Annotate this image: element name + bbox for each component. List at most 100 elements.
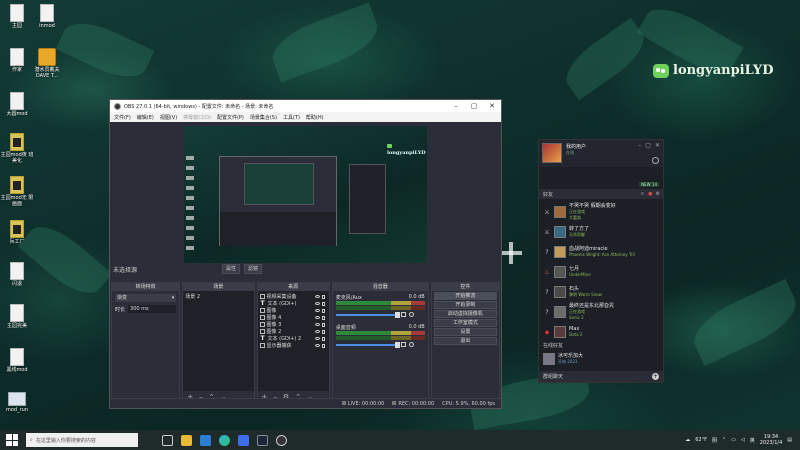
eye-icon[interactable] — [314, 309, 320, 312]
eye-icon[interactable] — [314, 330, 320, 333]
start-streaming-button[interactable]: 开始推流 — [433, 292, 498, 300]
start-recording-button[interactable]: 开始录制 — [433, 301, 498, 309]
taskbar-search[interactable]: ⌕ 在这里输入你要搜索的内容 — [26, 433, 138, 447]
minimize-button[interactable]: – — [447, 100, 465, 112]
desktop-icon-file[interactable]: 大圆mod — [0, 92, 34, 117]
steam-friends-window[interactable]: 我的用户 在线 – ▢ ✕ NEW 14 好友 ⌕ ● ⚙ ⚔ 不哭不哭 假期会… — [538, 139, 664, 383]
desktop-icon-folder[interactable]: 兵工厂 — [0, 220, 34, 245]
desktop-icon-folder[interactable]: 主园mod夜 班美化 — [0, 133, 34, 164]
lock-icon[interactable] — [321, 294, 325, 299]
friend-row[interactable]: ? 石头 黎明 Warm Snow — [539, 283, 663, 301]
source-item[interactable]: 图像 4 — [259, 314, 327, 321]
desktop-icon-file[interactable]: 闪退 — [0, 262, 34, 287]
task-view-icon[interactable] — [162, 434, 173, 446]
lock-icon[interactable] — [321, 322, 325, 327]
friend-row[interactable]: ? 最终还是东北那旮旯 正在游戏 Sonic 2 — [539, 303, 663, 321]
eye-icon[interactable] — [314, 323, 320, 326]
studio-mode-button[interactable]: 工作室模式 — [433, 319, 498, 327]
eye-icon[interactable] — [314, 316, 320, 319]
desktop-icon-game[interactable]: 潜水员戴夫 DAVE T... — [30, 48, 64, 79]
menu-docks[interactable]: 停靠窗口(D) — [183, 114, 211, 121]
obs-icon[interactable] — [276, 434, 287, 446]
volume-slider[interactable] — [335, 341, 401, 348]
lock-icon[interactable] — [321, 329, 325, 334]
close-button[interactable]: ✕ — [655, 142, 660, 149]
file-explorer-icon[interactable] — [181, 434, 192, 446]
menu-profile[interactable]: 配置文件(P) — [217, 114, 244, 121]
desktop-icon-file[interactable]: 黑线mod — [0, 348, 34, 373]
friend-row[interactable]: ◆ Max Dota 2 — [539, 323, 663, 341]
friend-row[interactable]: ⚔ 不哭不哭 假期会变好 正在游戏 大富翁 — [539, 203, 663, 221]
scene-item[interactable]: 场景 2 — [185, 293, 251, 300]
menu-tools[interactable]: 工具(T) — [283, 114, 300, 121]
chevron-up-icon[interactable]: ⌃ — [722, 437, 726, 443]
lock-icon[interactable] — [321, 308, 325, 313]
online-friends-heading[interactable]: 在线好友 — [543, 342, 563, 349]
lock-icon[interactable] — [321, 315, 325, 320]
source-item[interactable]: 图像 — [259, 307, 327, 314]
properties-button[interactable]: 属性 — [222, 264, 241, 274]
desktop-icon-image[interactable]: mod_run — [0, 392, 34, 413]
volume-slider[interactable] — [335, 311, 401, 318]
eye-icon[interactable] — [314, 344, 320, 347]
filters-button[interactable]: 滤镜 — [244, 264, 263, 274]
friend-row[interactable]: ⚔ 转了方了 天命奇御 — [539, 223, 663, 241]
eye-icon[interactable] — [314, 337, 320, 340]
friend-row[interactable]: ? 血战阿迪miracle Phoenix Wright: Ace Attorne… — [539, 243, 663, 261]
gear-icon[interactable] — [409, 342, 415, 347]
weather-temp[interactable]: 62°F — [695, 437, 707, 443]
preview-canvas[interactable]: longyanpiLYD — [184, 126, 427, 263]
source-item[interactable]: T 文本 (GDI+) — [260, 300, 327, 307]
menu-scene-collection[interactable]: 场景集合(S) — [250, 114, 277, 121]
menu-help[interactable]: 帮助(H) — [306, 114, 324, 121]
notification-icon[interactable]: ▤ — [787, 437, 792, 443]
settings-icon[interactable]: ⚙ — [656, 191, 660, 197]
minimize-button[interactable]: – — [638, 142, 641, 149]
desktop-icon-file[interactable]: 主园完美 — [0, 304, 34, 329]
group-chat-bar[interactable]: 群组聊天 + — [539, 371, 663, 382]
exit-button[interactable]: 退出 — [433, 337, 498, 345]
add-group-chat-button[interactable]: + — [652, 373, 659, 380]
search-icon[interactable]: ⌕ — [641, 190, 644, 198]
obs-window[interactable]: OBS 27.0.1 (64-bit, windows) - 配置文件: 未命名… — [109, 99, 502, 409]
source-item[interactable]: T 文本 (GDI+) 2 — [260, 335, 327, 342]
avatar[interactable] — [542, 143, 562, 163]
eye-icon[interactable] — [314, 302, 320, 305]
maximize-button[interactable]: ▢ — [645, 142, 651, 149]
start-virtual-camera-button[interactable]: 启动虚拟摄像机 — [433, 310, 498, 318]
lock-icon[interactable] — [321, 343, 325, 348]
source-item[interactable]: 视频采集设备 — [259, 293, 327, 300]
duration-input[interactable]: 300 ms — [128, 305, 177, 313]
network-icon[interactable]: ▭ — [731, 437, 736, 443]
lock-icon[interactable] — [321, 336, 325, 341]
close-button[interactable]: ✕ — [483, 100, 501, 112]
steam-username[interactable]: 我的用户 — [566, 143, 586, 150]
lock-icon[interactable] — [321, 301, 325, 306]
desktop-icon-file[interactable]: 作家 — [0, 48, 34, 73]
volume-icon[interactable]: ◁ — [741, 437, 745, 443]
desktop-icon-file[interactable]: 主园 — [0, 4, 34, 29]
clock[interactable]: 19:34 2023/1/4 — [760, 434, 782, 446]
desktop-icon-folder[interactable]: 主园mod无 限画面 — [0, 176, 34, 207]
maximize-button[interactable]: ▢ — [465, 100, 483, 112]
mail-icon[interactable] — [200, 434, 211, 446]
windows-start-icon[interactable] — [6, 434, 18, 446]
settings-button[interactable]: 设置 — [433, 328, 498, 336]
store-icon[interactable] — [238, 434, 249, 446]
gear-icon[interactable] — [409, 312, 415, 317]
add-friend-icon[interactable]: ● — [648, 191, 652, 197]
speaker-icon[interactable] — [401, 312, 407, 317]
menu-file[interactable]: 文件(F) — [114, 114, 131, 121]
news-badge[interactable]: NEW 14 — [639, 182, 659, 187]
speaker-icon[interactable] — [401, 342, 407, 347]
desktop-icon-file[interactable]: inmod — [30, 4, 64, 29]
friend-row[interactable]: 冰可乐加大 开始 2023 — [543, 353, 583, 365]
source-item[interactable]: 显示器捕获 — [259, 342, 327, 349]
gear-icon[interactable] — [652, 157, 659, 164]
eye-icon[interactable] — [314, 295, 320, 298]
steam-icon[interactable] — [257, 434, 268, 446]
source-item[interactable]: 图像 2 — [259, 328, 327, 335]
friends-search[interactable]: 好友 ⌕ ● ⚙ — [539, 189, 663, 199]
transition-select[interactable]: 渐变 ▾ — [115, 294, 177, 302]
friend-row[interactable]: ♨ 七月 UnderMine — [539, 263, 663, 281]
